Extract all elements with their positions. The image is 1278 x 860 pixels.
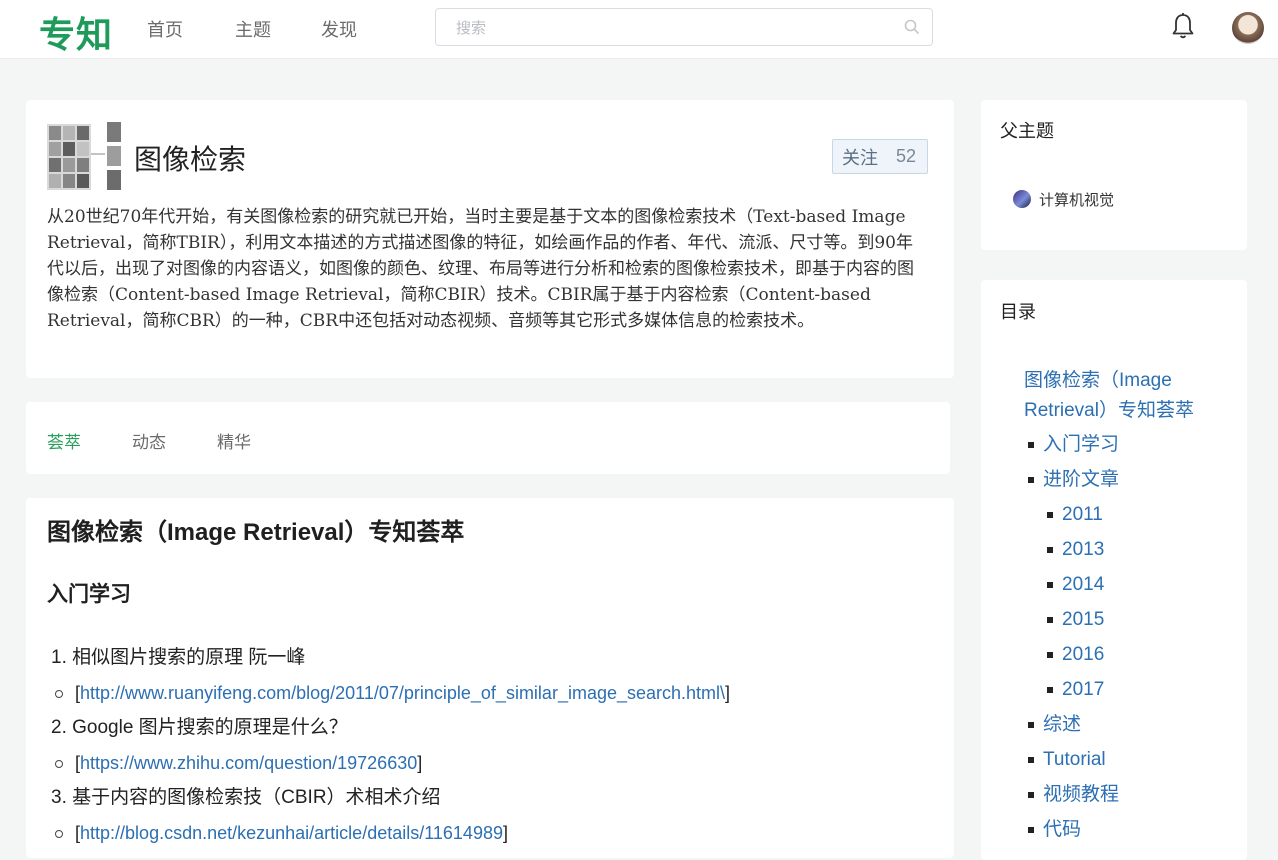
toc-bullet [1047, 547, 1053, 553]
follow-button[interactable]: 关注 52 [832, 139, 928, 174]
toc-item[interactable]: 入门学习 [1043, 430, 1119, 460]
toc-bullet [1047, 582, 1053, 588]
toc-item[interactable]: Tutorial [1043, 745, 1106, 775]
toc-bullet [1047, 617, 1053, 623]
toc-item[interactable]: 进阶文章 [1043, 465, 1119, 495]
nav-discover[interactable]: 发现 [321, 16, 357, 42]
toc-bullet [1047, 687, 1053, 693]
list-link-row: [http://blog.csdn.net/kezunhai/article/d… [51, 823, 931, 858]
toc-item[interactable]: 综述 [1043, 710, 1081, 740]
nav-topics[interactable]: 主题 [235, 16, 271, 42]
toc-item[interactable]: 2015 [1062, 605, 1104, 635]
topic-description: 从20世纪70年代开始，有关图像检索的研究就已开始，当时主要是基于文本的图像检索… [47, 207, 914, 331]
topic-header-card: 图像检索 关注 52 从20世纪70年代开始，有关图像检索的研究就已开始，当时主… [26, 100, 954, 378]
top-navbar: 专知 首页 主题 发现 [0, 0, 1278, 59]
toc-item[interactable]: 视频教程 [1043, 780, 1119, 810]
toc-item[interactable]: 2016 [1062, 640, 1104, 670]
toc-item[interactable]: 2013 [1062, 535, 1104, 565]
toc-item[interactable]: 2011 [1062, 500, 1103, 530]
toc-item[interactable]: 代码 [1043, 815, 1081, 845]
toc-bullet [1028, 722, 1034, 728]
parent-topic-heading: 父主题 [1000, 121, 1054, 141]
search-input[interactable] [454, 9, 898, 47]
toc-bullet [1028, 757, 1034, 763]
list-item: 1. 相似图片搜索的原理 阮一峰 [51, 647, 306, 668]
toc-bullet [1047, 652, 1053, 658]
list-item: 2. Google 图片搜索的原理是什么？ [51, 717, 348, 738]
site-logo[interactable]: 专知 [39, 6, 113, 58]
follow-label: 关注 [842, 147, 878, 168]
toc-bullet [1028, 442, 1034, 448]
toc-bullet [1028, 792, 1034, 798]
bell-icon[interactable] [1170, 12, 1196, 45]
resource-link[interactable]: http://blog.csdn.net/kezunhai/article/de… [80, 823, 503, 843]
topic-thumbnail [47, 122, 123, 194]
resource-link[interactable]: https://www.zhihu.com/question/19726630 [80, 753, 417, 773]
section-heading: 入门学习 [47, 583, 131, 606]
avatar[interactable] [1232, 12, 1264, 44]
resource-list: 1. 相似图片搜索的原理 阮一峰 [http://www.ruanyifeng.… [51, 648, 931, 858]
toc-bullet [1028, 827, 1034, 833]
topic-title: 图像检索 [134, 143, 247, 176]
resource-link[interactable]: http://www.ruanyifeng.com/blog/2011/07/p… [80, 683, 725, 703]
tab-digest[interactable]: 荟萃 [47, 428, 81, 453]
toc-bullet [1028, 477, 1034, 483]
search-box [435, 8, 933, 47]
list-link-row: [http://www.ruanyifeng.com/blog/2011/07/… [51, 683, 931, 718]
tabs-bar: 荟萃 动态 精华 [26, 402, 950, 474]
follow-count: 52 [896, 146, 917, 166]
search-icon[interactable] [904, 19, 920, 40]
toc-item[interactable]: 2014 [1062, 570, 1104, 600]
list-item: 3. 基于内容的图像检索技（CBIR）术相术介绍 [51, 787, 441, 808]
toc-heading: 目录 [1000, 302, 1036, 322]
parent-topic-label: 计算机视觉 [1039, 191, 1115, 209]
parent-topic-card: 父主题 计算机视觉 [981, 100, 1247, 250]
tab-featured[interactable]: 精华 [217, 428, 251, 453]
content-card: 图像检索（Image Retrieval）专知荟萃 入门学习 1. 相似图片搜索… [26, 498, 954, 858]
toc-root-link[interactable]: 图像检索（Image Retrieval）专知荟萃 [1024, 366, 1204, 426]
content-title: 图像检索（Image Retrieval）专知荟萃 [47, 519, 465, 546]
parent-topic-chip[interactable]: 计算机视觉 [1007, 184, 1124, 214]
topic-icon [1013, 190, 1031, 208]
tab-activity[interactable]: 动态 [132, 428, 166, 453]
list-link-row: [https://www.zhihu.com/question/19726630… [51, 753, 931, 788]
toc-card: 目录 图像检索（Image Retrieval）专知荟萃 入门学习进阶文章 201… [981, 280, 1247, 860]
toc-item[interactable]: 2017 [1062, 675, 1104, 705]
toc-bullet [1047, 512, 1053, 518]
nav-home[interactable]: 首页 [147, 16, 183, 42]
